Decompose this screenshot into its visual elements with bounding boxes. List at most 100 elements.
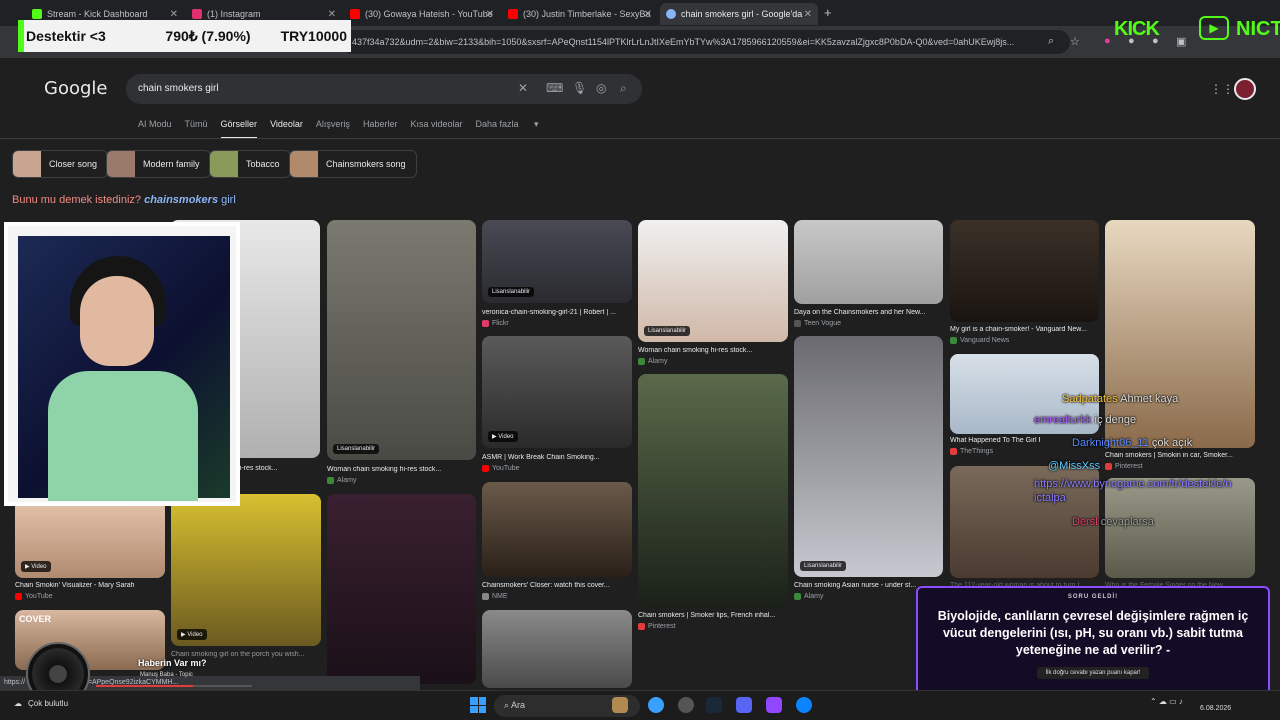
- close-icon[interactable]: ✕: [804, 9, 812, 20]
- search-nav-tabs: AI Modu Tümü Görseller Videolar Alışveri…: [138, 119, 552, 139]
- tab-youtube-gowaya[interactable]: (30) Gowaya Hateish - YouTube ✕: [344, 3, 500, 25]
- result-caption[interactable]: Chain Smokin' Visualizer - Mary Sarah: [15, 582, 165, 589]
- tab-all[interactable]: Tümü: [185, 119, 208, 139]
- obs-icon[interactable]: [678, 697, 694, 713]
- result-image[interactable]: Lisanslanabilir: [482, 220, 632, 303]
- chip-chainsmokers-song[interactable]: Chainsmokers song: [289, 150, 417, 178]
- result-image[interactable]: ▶ Video: [482, 336, 632, 448]
- close-icon[interactable]: ✕: [644, 9, 652, 20]
- youtube-icon: [508, 9, 518, 19]
- taskbar-search-label: Ara: [511, 700, 526, 710]
- edge-icon[interactable]: [796, 697, 812, 713]
- weather-widget[interactable]: ☁ Çok bulutlu: [14, 699, 68, 708]
- chat-text: çok açık: [1151, 437, 1193, 449]
- result-image[interactable]: Lisanslanabilir: [638, 220, 788, 342]
- search-icon[interactable]: ⌕: [620, 81, 627, 96]
- chrome-icon[interactable]: [648, 697, 664, 713]
- result-image[interactable]: [794, 220, 943, 304]
- clear-icon[interactable]: ✕: [518, 81, 528, 95]
- result-image[interactable]: [482, 482, 632, 577]
- nicta-logo: NICTA: [1236, 18, 1280, 40]
- result-source: Alamy: [638, 358, 667, 365]
- tab-images[interactable]: Görseller: [220, 119, 258, 139]
- tab-title: (30) Justin Timberlake - SexyBa: [523, 9, 651, 19]
- result-image[interactable]: Lisanslanabilir: [794, 336, 943, 577]
- video-badge: ▶ Video: [177, 629, 207, 640]
- source-name: YouTube: [492, 465, 520, 472]
- badge-label: Video: [498, 434, 514, 440]
- source-icon: [482, 320, 489, 327]
- result-caption[interactable]: Chain smokers | Smoker lips, French inha…: [638, 612, 788, 619]
- search-highlight-icon[interactable]: [612, 697, 628, 713]
- weather-label: Çok bulutlu: [28, 699, 69, 708]
- donation-goal-bar: Destektir <3 790₺ (7.90%) TRY10000: [18, 20, 351, 52]
- microphone-icon[interactable]: 🎙: [572, 81, 587, 95]
- tab-shopping[interactable]: Alışveriş: [316, 119, 350, 139]
- extension-icon[interactable]: ●: [1104, 35, 1111, 47]
- source-icon: [638, 358, 645, 365]
- address-bar[interactable]: 437f34a732&udm=2&biw=2133&bih=1050&sxsrf…: [340, 30, 1070, 54]
- new-tab-button[interactable]: +: [824, 5, 832, 20]
- zoom-icon[interactable]: ⌕: [1048, 35, 1054, 48]
- result-image[interactable]: ▶ Video: [15, 494, 165, 578]
- result-caption[interactable]: Woman chain smoking hi-res stock...: [327, 466, 476, 473]
- search-input[interactable]: chain smokers girl ✕ ⌨ 🎙 ◎ ⌕: [126, 74, 642, 104]
- quiz-footer: İlk doğru cevabı yazan puanı kapar!: [1037, 667, 1149, 679]
- result-source: NME: [482, 593, 508, 600]
- result-source: Flickr: [482, 320, 509, 327]
- result-caption[interactable]: What Happened To The Girl From The...: [950, 437, 1040, 444]
- suggestion-rest[interactable]: girl: [221, 194, 236, 206]
- tab-more[interactable]: Daha fazla ▾: [475, 119, 538, 139]
- tab-ai-mode[interactable]: AI Modu: [138, 119, 172, 139]
- streamer-webcam: [4, 222, 240, 506]
- keyboard-icon[interactable]: ⌨: [546, 81, 563, 95]
- result-image[interactable]: [327, 494, 476, 684]
- twitch-icon[interactable]: [766, 697, 782, 713]
- result-caption[interactable]: g hi-res stock...: [230, 465, 320, 472]
- chat-user: Sadpatates: [1062, 393, 1118, 405]
- tab-google-search[interactable]: chain smokers girl - Google'da ✕: [660, 3, 818, 25]
- result-caption[interactable]: Daya on the Chainsmokers and her New...: [794, 309, 943, 316]
- result-image[interactable]: [638, 374, 788, 608]
- music-progress-fill: [96, 685, 193, 687]
- result-caption[interactable]: veronica-chain-smoking-girl-21 | Robert …: [482, 309, 632, 316]
- windows-taskbar: ☁ Çok bulutlu ⌕ Ara ⌃ ☁ ▭ ♪ 6.08.2026: [0, 690, 1280, 720]
- steam-icon[interactable]: [706, 697, 722, 713]
- tab-videos[interactable]: Videolar: [270, 119, 303, 139]
- chip-modern-family[interactable]: Modern family: [106, 150, 211, 178]
- lens-icon[interactable]: ◎: [596, 81, 606, 95]
- tab-news[interactable]: Haberler: [363, 119, 398, 139]
- result-image[interactable]: [482, 610, 632, 688]
- result-image[interactable]: [950, 220, 1099, 322]
- close-icon[interactable]: ✕: [328, 9, 336, 20]
- close-icon[interactable]: ✕: [486, 9, 494, 20]
- result-caption[interactable]: Chain smokers | Smokin in car, Smoker...: [1105, 452, 1255, 459]
- extensions-puzzle-icon[interactable]: ▣: [1176, 35, 1186, 48]
- source-icon: [482, 593, 489, 600]
- tab-title: (30) Gowaya Hateish - YouTube: [365, 9, 493, 19]
- source-icon: [794, 320, 801, 327]
- system-tray[interactable]: ⌃ ☁ ▭ ♪: [1150, 697, 1183, 706]
- result-caption[interactable]: My girl is a chain-smoker! - Vanguard Ne…: [950, 326, 1099, 333]
- close-icon[interactable]: ✕: [170, 9, 178, 20]
- suggestion-link[interactable]: chainsmokers: [144, 194, 218, 206]
- result-source: YouTube: [482, 465, 520, 472]
- avatar[interactable]: [1234, 78, 1256, 100]
- discord-icon[interactable]: [736, 697, 752, 713]
- result-image[interactable]: Lisanslanabilir: [327, 220, 476, 460]
- result-image[interactable]: [1105, 478, 1255, 578]
- result-caption[interactable]: ASMR | Work Break Chain Smoking...: [482, 454, 632, 461]
- tab-youtube-justin[interactable]: (30) Justin Timberlake - SexyBa ✕: [502, 3, 658, 25]
- google-logo[interactable]: Google: [44, 78, 107, 99]
- result-image[interactable]: ▶ Video: [171, 494, 321, 646]
- bookmark-star-icon[interactable]: ☆: [1070, 35, 1080, 48]
- chip-tobacco[interactable]: Tobacco: [209, 150, 291, 178]
- tab-short-videos[interactable]: Kısa videolar: [410, 119, 462, 139]
- result-caption[interactable]: Woman chain smoking hi-res stock...: [638, 347, 788, 354]
- google-icon: [666, 9, 676, 19]
- chip-closer-song[interactable]: Closer song: [12, 150, 109, 178]
- start-button[interactable]: [470, 697, 486, 713]
- result-caption[interactable]: Chain smoking girl on the porch you wish…: [171, 651, 321, 658]
- result-caption[interactable]: Chainsmokers' Closer: watch this cover..…: [482, 582, 632, 589]
- source-icon: [327, 477, 334, 484]
